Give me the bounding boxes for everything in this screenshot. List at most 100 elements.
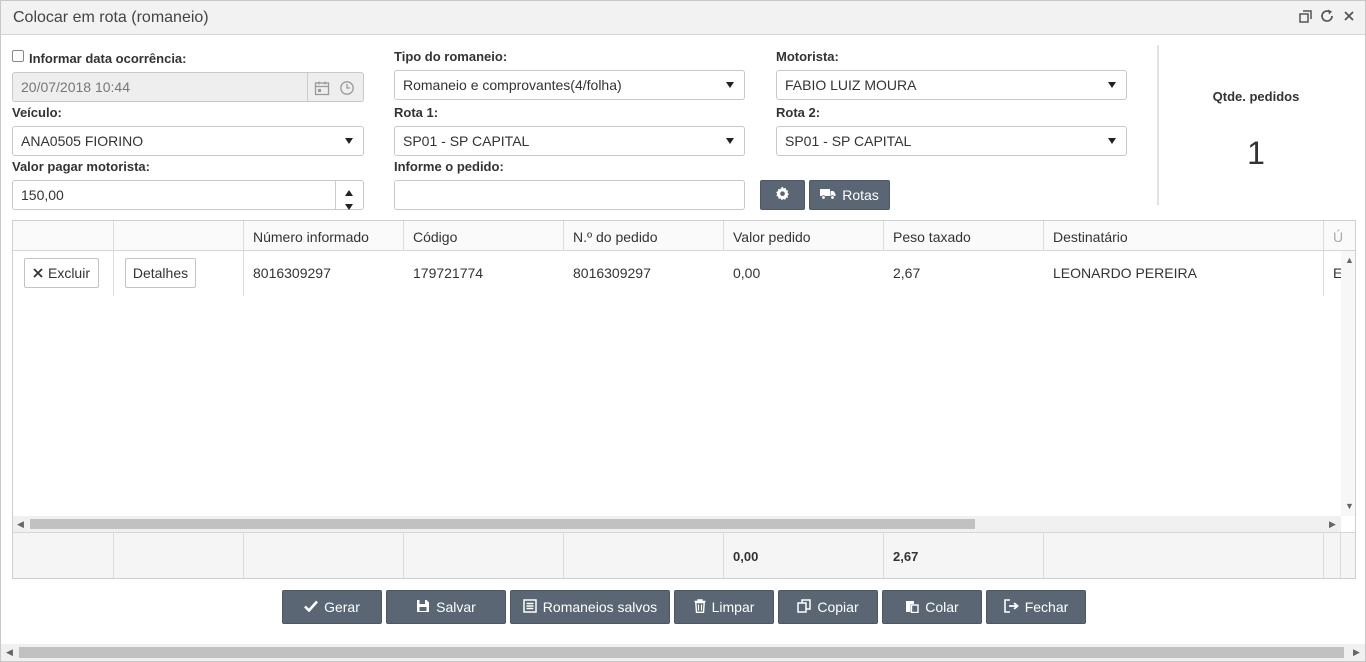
cell-valor-pedido: 0,00 — [733, 265, 761, 281]
col-divider — [1340, 533, 1341, 578]
qtde-pedidos-value: 1 — [1247, 135, 1265, 171]
fechar-button[interactable]: Fechar — [986, 590, 1086, 624]
rota1-value: SP01 - SP CAPITAL — [403, 133, 530, 149]
col-header-valor-pedido[interactable]: Valor pedido — [733, 229, 811, 245]
window-controls — [1297, 8, 1357, 24]
scroll-up-icon[interactable]: ▲ — [1345, 255, 1354, 265]
colar-button[interactable]: Colar — [882, 590, 982, 624]
informe-pedido-label: Informe o pedido: — [394, 159, 504, 174]
col-divider — [113, 221, 114, 296]
excluir-button[interactable]: Excluir — [24, 258, 99, 288]
scrollbar-thumb[interactable] — [19, 647, 1344, 658]
scroll-left-icon[interactable]: ◀ — [6, 647, 13, 658]
col-divider — [1323, 221, 1324, 296]
pedido-input[interactable] — [394, 180, 745, 210]
rotas-button[interactable]: Rotas — [809, 180, 890, 210]
col-divider — [403, 533, 404, 578]
col-divider — [1043, 533, 1044, 578]
input-divider — [335, 181, 336, 209]
veiculo-label: Veículo: — [12, 105, 62, 120]
summary-divider — [1157, 45, 1159, 205]
data-ocorrencia-input[interactable]: 20/07/2018 10:44 — [12, 72, 364, 102]
window-horizontal-scrollbar[interactable]: ◀ ▶ — [1, 644, 1365, 661]
pedidos-grid: Número informado Código N.º do pedido Va… — [12, 220, 1356, 579]
cell-numero-informado: 8016309297 — [253, 265, 331, 281]
valor-motorista-input[interactable]: 150,00 — [12, 180, 364, 210]
limpar-label: Limpar — [711, 599, 755, 615]
truck-icon — [820, 187, 836, 203]
input-divider — [307, 73, 308, 101]
col-divider — [883, 533, 884, 578]
chevron-down-icon — [1108, 138, 1116, 144]
settings-button[interactable] — [760, 180, 805, 210]
col-divider — [113, 533, 114, 578]
gerar-button[interactable]: Gerar — [282, 590, 382, 624]
limpar-button[interactable]: Limpar — [674, 590, 774, 624]
col-header-destinatario[interactable]: Destinatário — [1053, 229, 1128, 245]
gerar-label: Gerar — [324, 599, 360, 615]
grid-vertical-scrollbar[interactable]: ▲ ▼ — [1341, 251, 1355, 516]
total-peso-taxado: 2,67 — [893, 549, 919, 564]
scrollbar-thumb[interactable] — [30, 519, 975, 529]
paste-icon — [905, 599, 919, 616]
salvar-button[interactable]: Salvar — [386, 590, 506, 624]
copy-icon — [797, 598, 812, 616]
col-header-peso-taxado[interactable]: Peso taxado — [893, 229, 971, 245]
rota1-label: Rota 1: — [394, 105, 439, 120]
grid-horizontal-scrollbar[interactable]: ◀ ▶ — [13, 516, 1341, 532]
col-divider — [723, 533, 724, 578]
scroll-down-icon[interactable]: ▼ — [1345, 501, 1354, 511]
motorista-select[interactable]: FABIO LUIZ MOURA — [776, 70, 1127, 100]
rota2-label: Rota 2: — [776, 105, 821, 120]
restore-icon[interactable] — [1297, 8, 1313, 24]
grid-header: Número informado Código N.º do pedido Va… — [13, 221, 1355, 251]
detalhes-button[interactable]: Detalhes — [125, 258, 196, 288]
calendar-icon[interactable] — [314, 80, 330, 99]
tipo-romaneio-select[interactable]: Romaneio e comprovantes(4/folha) — [394, 70, 745, 100]
motorista-label: Motorista: — [776, 49, 839, 64]
col-divider — [883, 221, 884, 251]
salvar-label: Salvar — [436, 599, 476, 615]
close-icon[interactable] — [1341, 8, 1357, 24]
valor-motorista-value: 150,00 — [21, 187, 64, 203]
cell-codigo: 179721774 — [413, 265, 484, 281]
veiculo-select[interactable]: ANA0505 FIORINO — [12, 126, 364, 156]
cell-numero-pedido: 8016309297 — [573, 265, 651, 281]
scroll-right-icon[interactable]: ▶ — [1329, 519, 1336, 530]
col-divider — [1323, 533, 1324, 578]
scroll-right-icon[interactable]: ▶ — [1353, 647, 1360, 658]
col-divider — [723, 221, 724, 251]
check-icon — [304, 599, 319, 615]
copiar-button[interactable]: Copiar — [778, 590, 878, 624]
tipo-romaneio-value: Romaneio e comprovantes(4/folha) — [403, 77, 622, 93]
col-divider — [563, 533, 564, 578]
sign-out-icon — [1003, 598, 1019, 616]
window-title: Colocar em rota (romaneio) — [13, 9, 209, 26]
col-divider — [403, 221, 404, 251]
gear-icon — [775, 186, 790, 204]
valor-motorista-label: Valor pagar motorista: — [12, 159, 150, 174]
spinner-down-icon[interactable] — [344, 198, 354, 214]
chevron-down-icon — [726, 138, 734, 144]
rota1-select[interactable]: SP01 - SP CAPITAL — [394, 126, 745, 156]
col-header-truncated[interactable]: Ú — [1333, 229, 1343, 245]
romaneios-salvos-label: Romaneios salvos — [542, 599, 658, 615]
refresh-icon[interactable] — [1319, 8, 1335, 24]
col-header-codigo[interactable]: Código — [413, 229, 457, 245]
chevron-down-icon — [726, 82, 734, 88]
col-header-numero-informado[interactable]: Número informado — [253, 229, 369, 245]
romaneios-salvos-button[interactable]: Romaneios salvos — [510, 590, 670, 624]
title-bar: Colocar em rota (romaneio) — [1, 1, 1365, 35]
clock-icon[interactable] — [339, 80, 355, 99]
fechar-label: Fechar — [1024, 599, 1069, 615]
excluir-label: Excluir — [47, 265, 90, 281]
rota2-select[interactable]: SP01 - SP CAPITAL — [776, 126, 1127, 156]
scroll-left-icon[interactable]: ◀ — [17, 519, 24, 530]
copiar-label: Copiar — [817, 599, 859, 615]
qtde-pedidos-label: Qtde. pedidos — [1212, 89, 1300, 104]
chevron-down-icon — [1108, 82, 1116, 88]
informar-data-checkbox[interactable] — [12, 50, 24, 62]
col-divider — [1043, 221, 1044, 251]
data-ocorrencia-value: 20/07/2018 10:44 — [21, 79, 130, 95]
col-header-numero-pedido[interactable]: N.º do pedido — [573, 229, 658, 245]
